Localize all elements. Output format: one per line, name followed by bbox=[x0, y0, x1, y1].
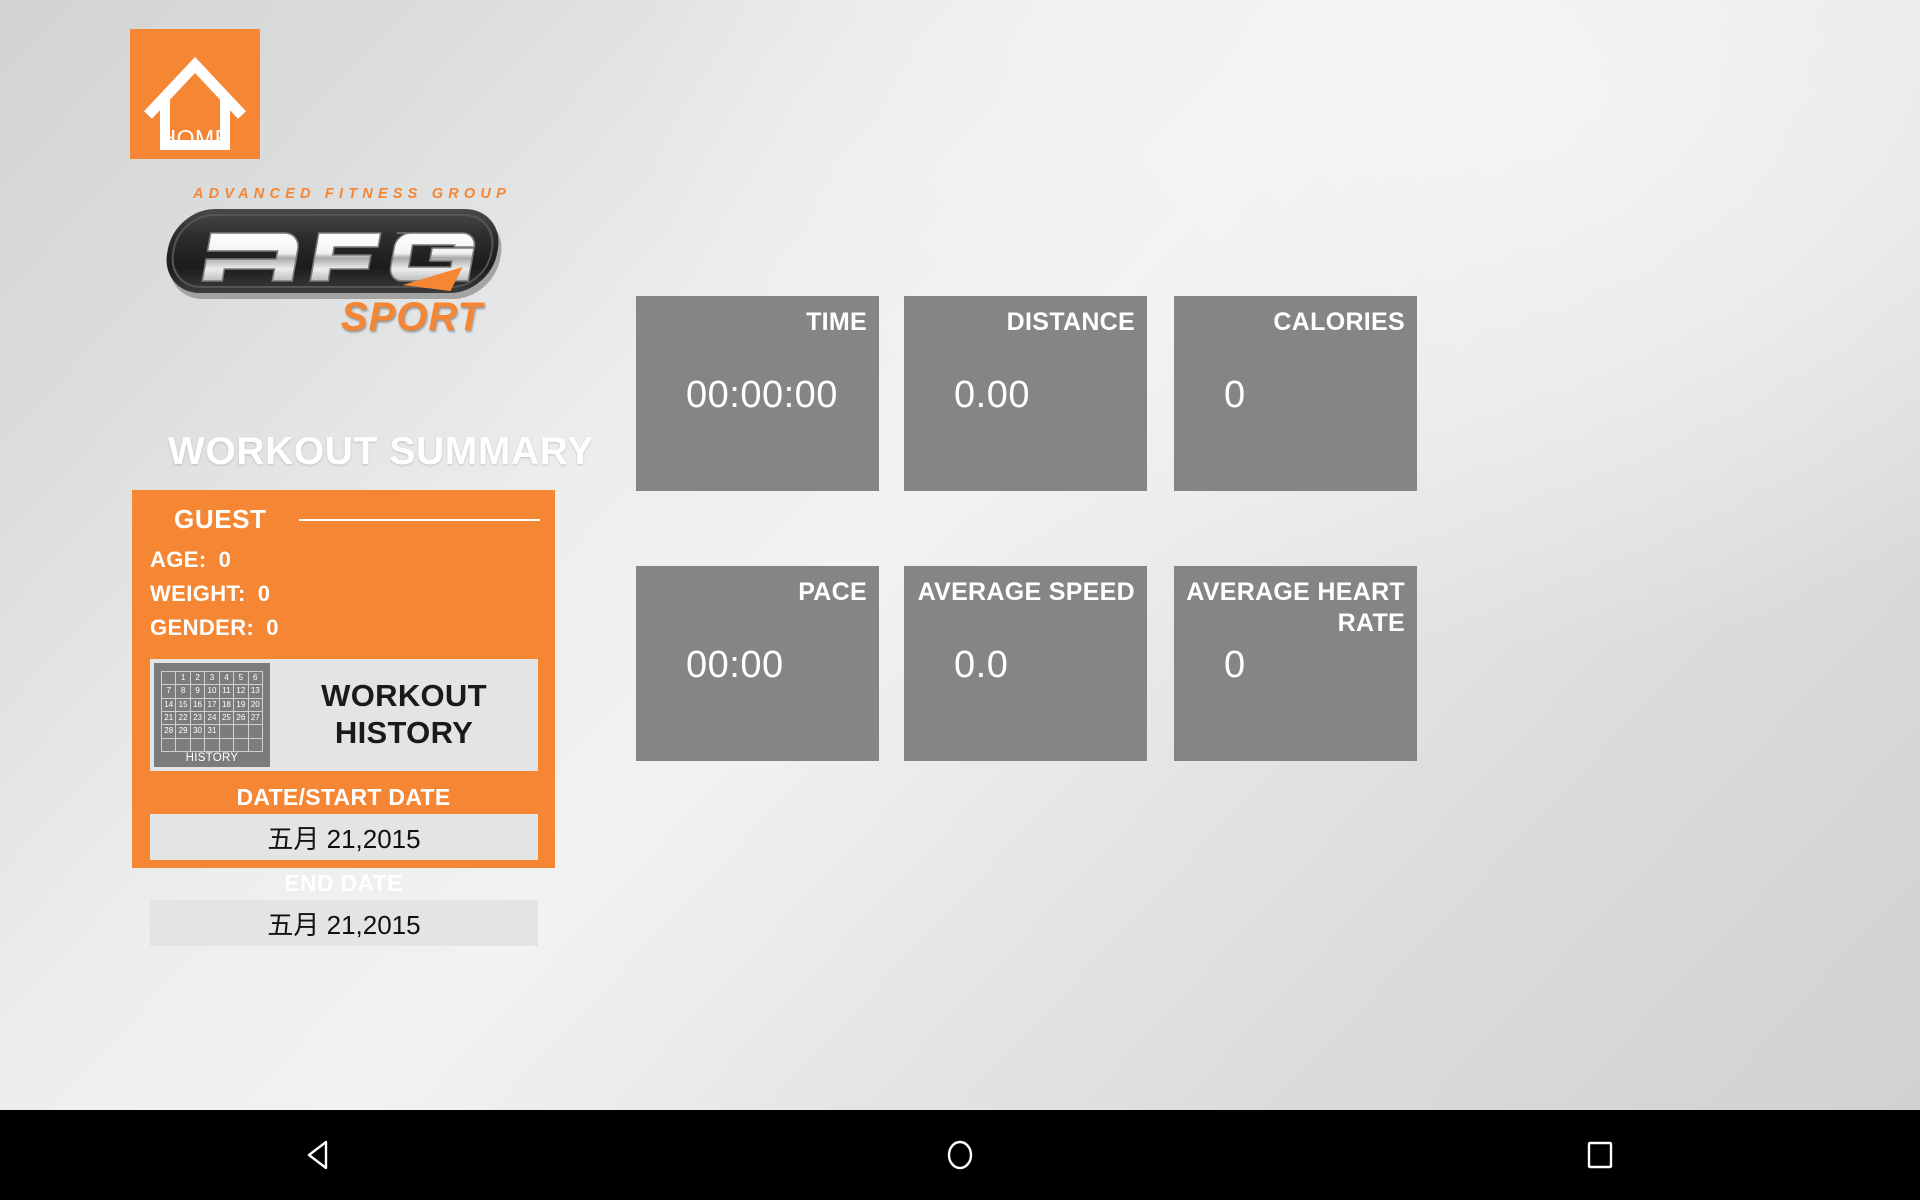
metric-label-average-heart-rate: AVERAGE HEART RATE bbox=[1186, 578, 1405, 637]
calendar-day-cell: 23 bbox=[190, 711, 206, 726]
nav-back-button[interactable] bbox=[260, 1110, 380, 1200]
guest-field-weight-value: 0 bbox=[257, 581, 271, 606]
calendar-day-cell bbox=[234, 738, 249, 752]
calendar-day-cell bbox=[248, 738, 263, 752]
workout-history-line2: HISTORY bbox=[334, 715, 474, 750]
metric-value-time: 00:00:00 bbox=[686, 374, 838, 416]
metric-tile-average-heart-rate[interactable]: AVERAGE HEART RATE 0 bbox=[1174, 566, 1417, 761]
calendar-day-cell: 14 bbox=[162, 698, 177, 712]
calendar-day-cell: 1 bbox=[176, 672, 191, 686]
calendar-day-cell: 3 bbox=[205, 672, 220, 686]
calendar-day-cell: 15 bbox=[176, 698, 191, 712]
calendar-day-cell: 18 bbox=[219, 698, 235, 712]
end-date-field[interactable]: 五月 21,2015 bbox=[150, 900, 538, 946]
calendar-day-cell: 31 bbox=[205, 725, 220, 739]
nav-home-button[interactable] bbox=[900, 1110, 1020, 1200]
metric-label-calories: CALORIES bbox=[1273, 308, 1405, 336]
back-icon bbox=[307, 1140, 328, 1170]
calendar-day-cell: 12 bbox=[234, 685, 249, 699]
brand-sub: SPORT bbox=[340, 295, 483, 339]
calendar-day-cell: 6 bbox=[248, 672, 263, 686]
home-circle-icon bbox=[947, 1140, 973, 1170]
guest-summary-panel: GUEST AGE: 0 WEIGHT: 0 GENDER: 0 1234567891… bbox=[132, 490, 555, 946]
home-button-label: HOME bbox=[159, 125, 231, 151]
calendar-day-cell: 7 bbox=[162, 685, 177, 699]
calendar-day-cell: 16 bbox=[190, 698, 206, 712]
calendar-day-cell bbox=[162, 738, 177, 752]
calendar-day-cell: 27 bbox=[248, 711, 263, 726]
metric-label-pace: PACE bbox=[798, 578, 867, 606]
calendar-day-cell bbox=[248, 725, 263, 739]
calendar-day-cell bbox=[219, 738, 235, 752]
metric-tile-distance[interactable]: DISTANCE 0.00 bbox=[904, 296, 1147, 491]
start-date-field[interactable]: 五月 21,2015 bbox=[150, 814, 538, 860]
metric-label-distance: DISTANCE bbox=[1006, 308, 1135, 336]
metric-tile-calories[interactable]: CALORIES 0 bbox=[1174, 296, 1417, 491]
calendar-day-cell: 9 bbox=[190, 685, 206, 699]
calendar-day-cell: 13 bbox=[248, 685, 263, 699]
brand-logo: ADVANCED FITNESS GROUP SPORT bbox=[160, 186, 535, 339]
calendar-day-cell: 24 bbox=[205, 711, 220, 726]
guest-field-gender-label: GENDER: bbox=[150, 615, 255, 640]
end-date-label: END DATE bbox=[284, 870, 403, 896]
guest-field-weight-label: WEIGHT: bbox=[150, 581, 246, 606]
workout-history-button[interactable]: 1 2 3 4 5 6 7 8 9 10 11 12 13 14 15 16 17 18 19 20 21 22 23 24 2… bbox=[150, 659, 538, 771]
guest-field-weight: WEIGHT: 0 bbox=[150, 581, 270, 607]
metric-value-pace: 00:00 bbox=[686, 644, 784, 686]
calendar-day-cell: 17 bbox=[205, 698, 220, 712]
calendar-day-cell bbox=[234, 725, 249, 739]
calendar-day-cell: 21 bbox=[162, 711, 177, 726]
guest-field-gender: GENDER: 0 bbox=[150, 615, 279, 641]
calendar-icon-caption: HISTORY bbox=[185, 752, 239, 764]
calendar-day-cell: 22 bbox=[176, 711, 191, 726]
calendar-day-cell: 26 bbox=[234, 711, 249, 726]
calendar-day-cell: 5 bbox=[234, 672, 249, 686]
metric-value-distance: 0.00 bbox=[954, 374, 1030, 416]
workout-history-line1: WORKOUT bbox=[321, 678, 487, 714]
nav-recents-button[interactable] bbox=[1540, 1110, 1660, 1200]
calendar-day-cell bbox=[162, 672, 177, 686]
home-button[interactable]: HOME bbox=[130, 29, 260, 159]
guest-field-age: AGE: 0 bbox=[150, 547, 231, 573]
metric-tile-average-speed[interactable]: AVERAGE SPEED 0.0 bbox=[904, 566, 1147, 761]
calendar-day-cell bbox=[176, 738, 191, 752]
calendar-day-cell: 10 bbox=[205, 685, 220, 699]
recents-square-icon bbox=[1587, 1141, 1613, 1169]
calendar-day-cell bbox=[190, 738, 206, 752]
calendar-day-cell: 8 bbox=[176, 685, 191, 699]
guest-field-age-label: AGE: bbox=[150, 547, 207, 572]
workout-history-label: WORKOUT HISTORY bbox=[270, 678, 538, 751]
calendar-day-cell: 28 bbox=[162, 725, 177, 739]
brand-tagline: ADVANCED FITNESS GROUP bbox=[193, 186, 511, 202]
metric-label-time: TIME bbox=[806, 308, 867, 336]
metric-label-average-speed: AVERAGE SPEED bbox=[917, 578, 1135, 606]
metric-tile-pace[interactable]: PACE 00:00 bbox=[636, 566, 879, 761]
metric-value-average-heart-rate: 0 bbox=[1224, 644, 1246, 686]
divider bbox=[298, 518, 540, 521]
calendar-icon: 1 2 3 4 5 6 7 8 9 10 11 12 13 14 15 16 17 18 19 20 21 22 23 24 2… bbox=[154, 663, 270, 767]
app-screen: HOME ADVANCED FITNESS GROUP SPORT WORKOU… bbox=[0, 0, 1920, 1200]
guest-name: GUEST bbox=[174, 504, 267, 534]
calendar-day-cell: 20 bbox=[248, 698, 263, 712]
metric-value-calories: 0 bbox=[1224, 374, 1246, 416]
calendar-day-cell bbox=[205, 738, 220, 752]
start-date-label: DATE/START DATE bbox=[236, 784, 451, 810]
calendar-day-cell: 30 bbox=[190, 725, 206, 739]
calendar-day-cell: 29 bbox=[176, 725, 191, 739]
calendar-day-cell: 4 bbox=[219, 672, 235, 686]
metric-tile-time[interactable]: TIME 00:00:00 bbox=[636, 296, 879, 491]
calendar-day-cell: 2 bbox=[190, 672, 206, 686]
calendar-day-cell bbox=[219, 725, 235, 739]
guest-field-age-value: 0 bbox=[218, 547, 232, 572]
page-title: WORKOUT SUMMARY bbox=[168, 430, 594, 473]
calendar-day-cell: 19 bbox=[234, 698, 249, 712]
calendar-day-cell: 25 bbox=[219, 711, 235, 726]
calendar-day-cell: 11 bbox=[219, 685, 235, 699]
guest-field-gender-value: 0 bbox=[266, 615, 279, 640]
metric-value-average-speed: 0.0 bbox=[954, 644, 1009, 686]
android-navigation-bar bbox=[0, 1110, 1920, 1200]
guest-header: GUEST bbox=[132, 504, 555, 535]
calendar-grid: 1 2 3 4 5 6 7 8 9 10 11 12 13 14 15 16 17 18 19 20 21 22 23 24 2… bbox=[161, 671, 263, 752]
